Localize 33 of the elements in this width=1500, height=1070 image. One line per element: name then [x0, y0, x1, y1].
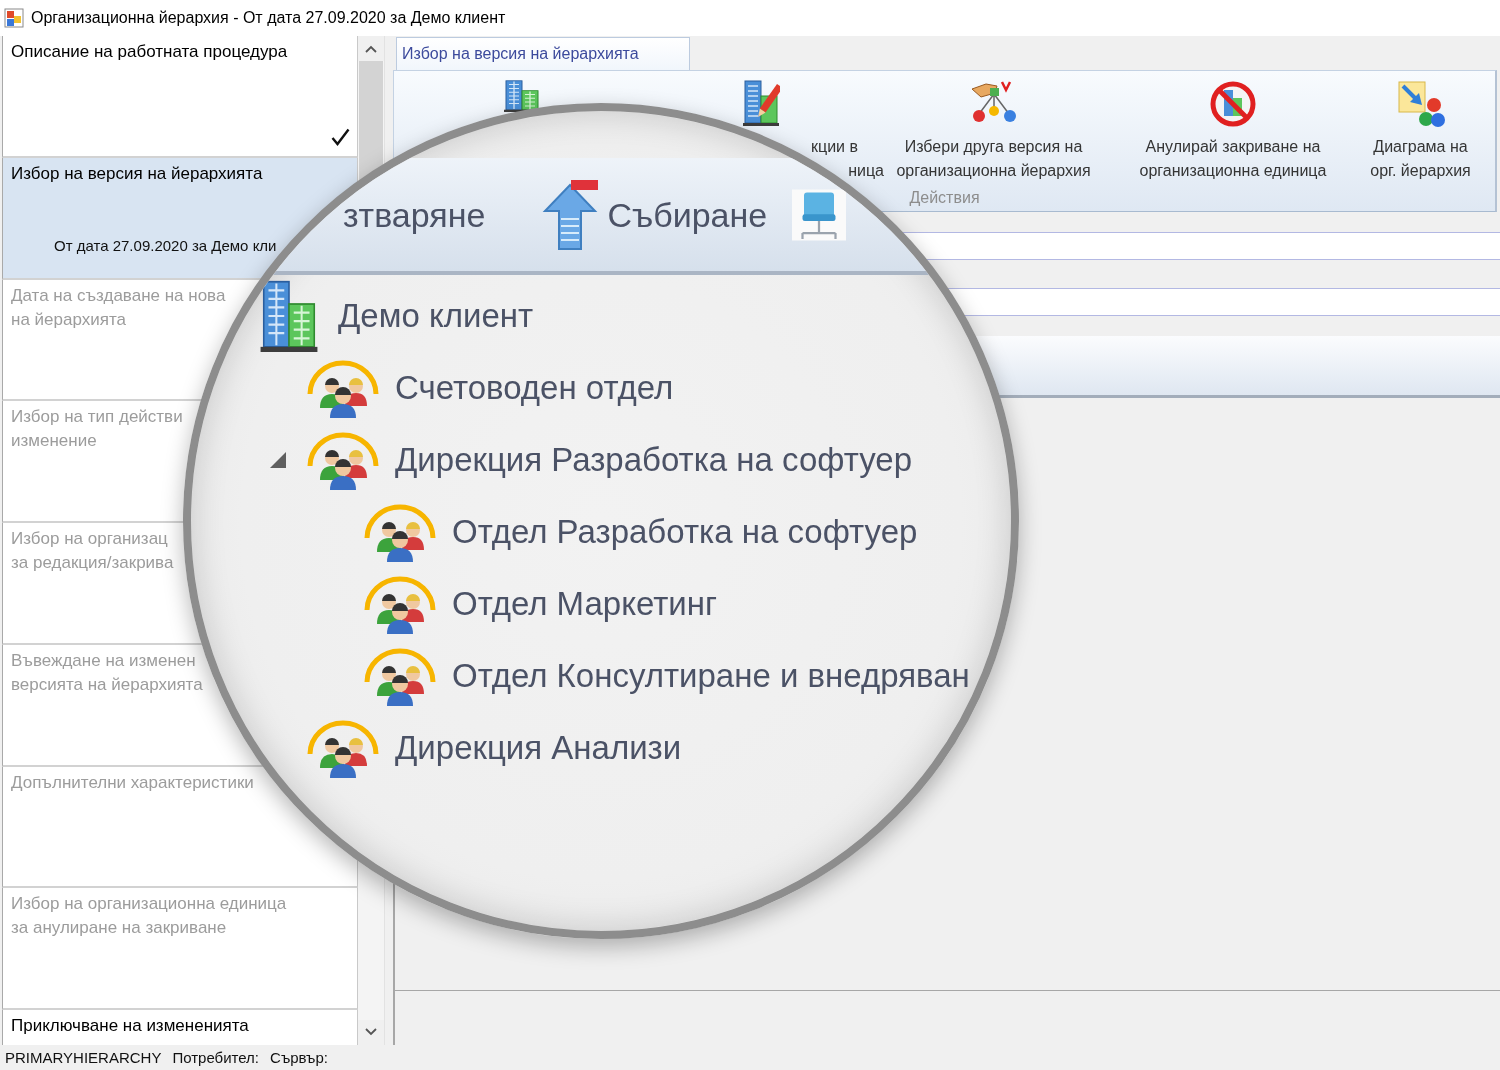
people-group-icon — [306, 358, 380, 418]
people-group-icon — [363, 502, 437, 562]
buildings-pencil-icon — [742, 80, 780, 126]
tree-item[interactable]: Отдел Маркетинг — [452, 585, 718, 623]
people-group-icon — [306, 718, 380, 778]
tree-item[interactable]: Отдел Разработка на софтуер — [452, 513, 918, 551]
tab[interactable]: Избор на версия на йерархията — [396, 37, 690, 70]
ribbon-button[interactable]: Диаграма на орг. йерархия — [1363, 80, 1478, 183]
chevron-up-icon[interactable] — [365, 45, 377, 53]
step-subtitle: От дата 27.09.2020 за Демо кли — [54, 235, 277, 256]
ribbon-group-label: Действия — [908, 188, 981, 208]
tree-item[interactable]: Отдел Консултиране и внедряван — [452, 657, 970, 695]
app-icon — [4, 8, 24, 28]
step-item[interactable]: Описание на работната процедура — [2, 36, 358, 158]
people-group-icon — [363, 646, 437, 706]
chevron-down-icon[interactable] — [365, 1028, 377, 1036]
diagram-icon — [1396, 80, 1445, 128]
window-title: Организационна йерархия - От дата 27.09.2020 за Демо клиент — [31, 9, 506, 27]
buildings-icon — [259, 280, 319, 352]
ribbon-button[interactable]: Анулирай закриване на организационна единица — [1127, 80, 1339, 183]
chair-icon[interactable] — [792, 187, 847, 242]
tree-item[interactable]: Дирекция Анализи — [395, 729, 682, 767]
people-group-icon — [306, 430, 380, 490]
up-arrow-icon — [541, 178, 600, 251]
step-item[interactable]: Приключване на измененията — [2, 1010, 358, 1045]
status-text: PRIMARYHIERARCHY — [5, 1049, 162, 1066]
people-group-icon — [363, 574, 437, 634]
buildings-icon[interactable] — [503, 80, 541, 112]
status-text: Сървър: — [270, 1049, 328, 1066]
tree-item[interactable]: Счетоводен отдел — [395, 369, 674, 407]
tree-item[interactable]: Дирекция Разработка на софтуер — [395, 441, 913, 479]
status-text: Потребител: — [172, 1049, 260, 1066]
prohibited-icon — [1209, 80, 1257, 128]
